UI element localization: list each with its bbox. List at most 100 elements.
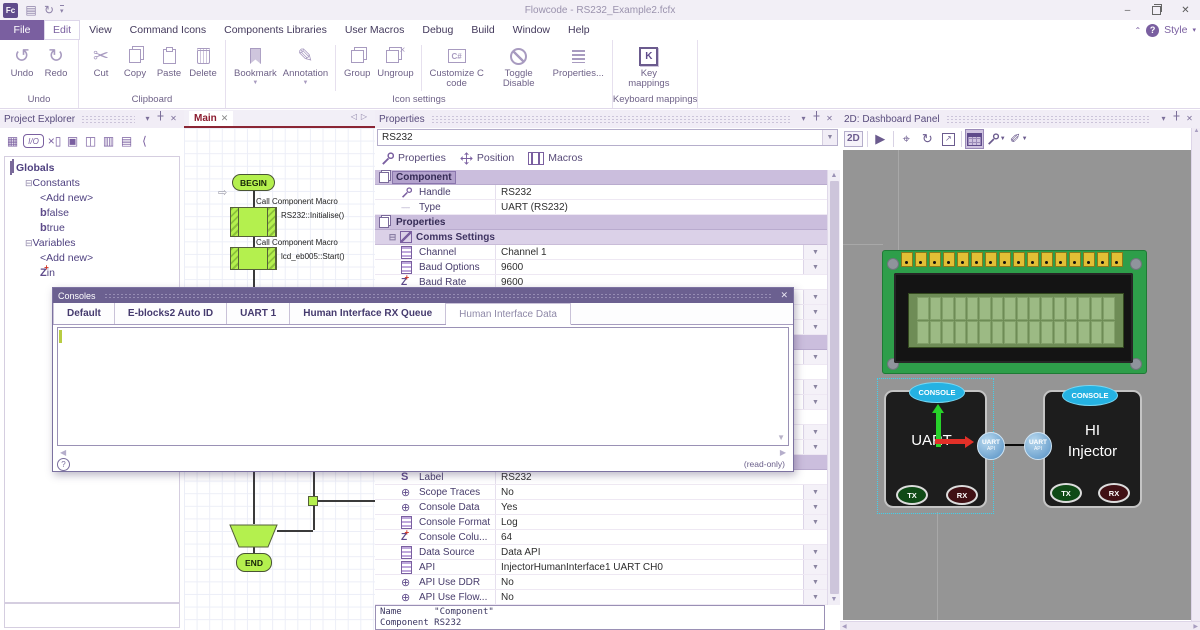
- tab-position[interactable]: Position: [460, 152, 514, 165]
- console-tab-e-blocks2-auto-id[interactable]: E-blocks2 Auto ID: [115, 303, 227, 324]
- flow-loop-end-node[interactable]: [229, 524, 279, 549]
- uart-api-port[interactable]: UART API: [977, 432, 1005, 460]
- property-value[interactable]: Data API: [495, 545, 803, 559]
- dropdown-arrow-icon[interactable]: ▼: [252, 80, 258, 86]
- rotate-button[interactable]: ↻: [919, 130, 936, 148]
- scroll-down-icon[interactable]: ▼: [831, 596, 838, 603]
- close-panel-icon[interactable]: ✕: [1183, 110, 1196, 128]
- toggle-disable-button[interactable]: Toggle Disable: [488, 43, 550, 93]
- dropdown-arrow-icon[interactable]: ▼: [803, 380, 827, 394]
- pin-icon[interactable]: [1170, 110, 1183, 128]
- tab-properties[interactable]: Properties: [381, 152, 446, 165]
- property-subgroup-header[interactable]: ⊟Comms Settings: [375, 230, 827, 245]
- tab-close-icon[interactable]: ✕: [221, 113, 229, 124]
- uart-console-badge[interactable]: CONSOLE: [909, 382, 965, 403]
- save-icon[interactable]: ▤: [22, 1, 40, 20]
- tab-scroll-arrows[interactable]: ◁▷: [351, 112, 371, 121]
- console-tab-human-interface-rx-queue[interactable]: Human Interface RX Queue: [290, 303, 446, 324]
- property-row-api[interactable]: APIInjectorHumanInterface1 UART CH0▼: [375, 560, 827, 575]
- property-value[interactable]: No: [495, 590, 803, 604]
- appearance-button[interactable]: ✐▼: [1010, 130, 1028, 148]
- lcd-component[interactable]: [882, 250, 1147, 374]
- dropdown-arrow-icon[interactable]: ▼: [803, 425, 827, 439]
- panel-drag-dots[interactable]: [431, 115, 791, 123]
- property-row-api-use-ddr[interactable]: ⊕API Use DDRNo▼: [375, 575, 827, 590]
- property-row-channel[interactable]: ChannelChannel 1▼: [375, 245, 827, 260]
- console-hscrollbar[interactable]: ◀ ▶: [57, 446, 789, 458]
- delete-button[interactable]: Delete: [186, 43, 220, 93]
- property-row-scope-traces[interactable]: ⊕Scope TracesNo▼: [375, 485, 827, 500]
- uart-rx-badge[interactable]: RX: [946, 485, 978, 505]
- io-icon[interactable]: I/O: [23, 134, 44, 148]
- customize-quick-access-icon[interactable]: ▾: [60, 5, 64, 15]
- bookmark-button[interactable]: Bookmark▼: [231, 43, 280, 93]
- c-code-button[interactable]: C#Customize C code: [426, 43, 488, 93]
- tree-item-variables[interactable]: ⊟Variables: [5, 235, 179, 250]
- property-row-type[interactable]: -----TypeUART (RS232): [375, 200, 827, 215]
- hi-tx-badge[interactable]: TX: [1050, 483, 1082, 503]
- property-row-console-format[interactable]: Console FormatLog▼: [375, 515, 827, 530]
- dropdown-arrow-icon[interactable]: ▼: [803, 245, 827, 259]
- menu-build[interactable]: Build: [462, 20, 503, 40]
- property-value[interactable]: Yes: [495, 500, 803, 514]
- dropdown-arrow-icon[interactable]: ▼: [803, 560, 827, 574]
- tree-item--add-new-[interactable]: <Add new>: [5, 250, 179, 265]
- property-row-console-data[interactable]: ⊕Console DataYes▼: [375, 500, 827, 515]
- redo-quick-icon[interactable]: ↻: [40, 1, 58, 20]
- menu-user-macros[interactable]: User Macros: [336, 20, 414, 40]
- property-row-handle[interactable]: HandleRS232: [375, 185, 827, 200]
- delete-macro-icon[interactable]: ×▯: [47, 133, 62, 149]
- key-button[interactable]: KKey mappings: [618, 43, 680, 93]
- paste-button[interactable]: Paste: [152, 43, 186, 93]
- property-value[interactable]: 9600: [495, 260, 803, 274]
- style-dropdown-icon[interactable]: ▾: [1192, 26, 1196, 34]
- console-tab-human-interface-data[interactable]: Human Interface Data: [446, 303, 571, 325]
- tree-item-globals[interactable]: Globals: [5, 160, 179, 175]
- uart-tx-badge[interactable]: TX: [896, 485, 928, 505]
- dropdown-arrow-icon[interactable]: ▼: [803, 395, 827, 409]
- property-value[interactable]: Channel 1: [495, 245, 803, 259]
- cut-button[interactable]: ✂Cut: [84, 43, 118, 93]
- dropdown-arrow-icon[interactable]: ▼: [803, 500, 827, 514]
- properties-scrollbar[interactable]: ▲ ▼: [827, 170, 840, 605]
- dropdown-arrow-icon[interactable]: ▼: [803, 545, 827, 559]
- menu-help[interactable]: Help: [559, 20, 599, 40]
- tree-item-false[interactable]: bfalse: [5, 205, 179, 220]
- scrollbar-thumb[interactable]: [830, 181, 839, 594]
- collapse-icon[interactable]: ⊟: [387, 232, 398, 243]
- dropdown-arrow-icon[interactable]: ▼: [803, 305, 827, 319]
- collapse-arrow-icon[interactable]: ⟨: [137, 133, 152, 149]
- menu-file[interactable]: File: [0, 20, 44, 40]
- properties-button[interactable]: Properties...: [550, 43, 607, 93]
- dropdown-arrow-icon[interactable]: ▼: [803, 320, 827, 334]
- dashboard-vscrollbar[interactable]: ▲: [1191, 128, 1200, 621]
- property-value[interactable]: 64: [495, 530, 827, 544]
- flow-macro-lcd-start[interactable]: [230, 247, 277, 270]
- close-button[interactable]: ✕: [1171, 0, 1200, 20]
- pan-button[interactable]: ⌖: [898, 130, 915, 148]
- tools-button[interactable]: ▼: [987, 130, 1006, 148]
- property-value[interactable]: Log: [495, 515, 803, 529]
- chevron-down-icon[interactable]: ▼: [822, 130, 837, 145]
- property-value[interactable]: No: [495, 575, 803, 589]
- property-value[interactable]: InjectorHumanInterface1 UART CH0: [495, 560, 803, 574]
- flow-macro-rs232-init[interactable]: [230, 207, 277, 237]
- menu-command-icons[interactable]: Command Icons: [121, 20, 215, 40]
- component-fill-icon[interactable]: ▥: [101, 133, 116, 149]
- component-connect-icon[interactable]: ◫: [83, 133, 98, 149]
- ungroup-button[interactable]: ×Ungroup: [374, 43, 416, 93]
- dropdown-arrow-icon[interactable]: ▼: [803, 440, 827, 454]
- menu-debug[interactable]: Debug: [413, 20, 462, 40]
- dashboard-canvas[interactable]: CONSOLE UART UART API TX RX CONSOLE HI I…: [843, 150, 1191, 620]
- dropdown-arrow-icon[interactable]: ▼: [803, 290, 827, 304]
- console-tab-uart-1[interactable]: UART 1: [227, 303, 290, 324]
- restore-button[interactable]: [1142, 0, 1171, 20]
- menu-window[interactable]: Window: [504, 20, 559, 40]
- panel-menu-icon[interactable]: ▾: [1157, 110, 1170, 128]
- console-output-area[interactable]: ▼: [57, 327, 789, 446]
- property-row-data-source[interactable]: Data SourceData API▼: [375, 545, 827, 560]
- view-2d-button[interactable]: 2D: [844, 130, 863, 148]
- console-tab-default[interactable]: Default: [53, 303, 115, 324]
- style-menu[interactable]: Style: [1164, 24, 1187, 36]
- group-button[interactable]: Group: [340, 43, 374, 93]
